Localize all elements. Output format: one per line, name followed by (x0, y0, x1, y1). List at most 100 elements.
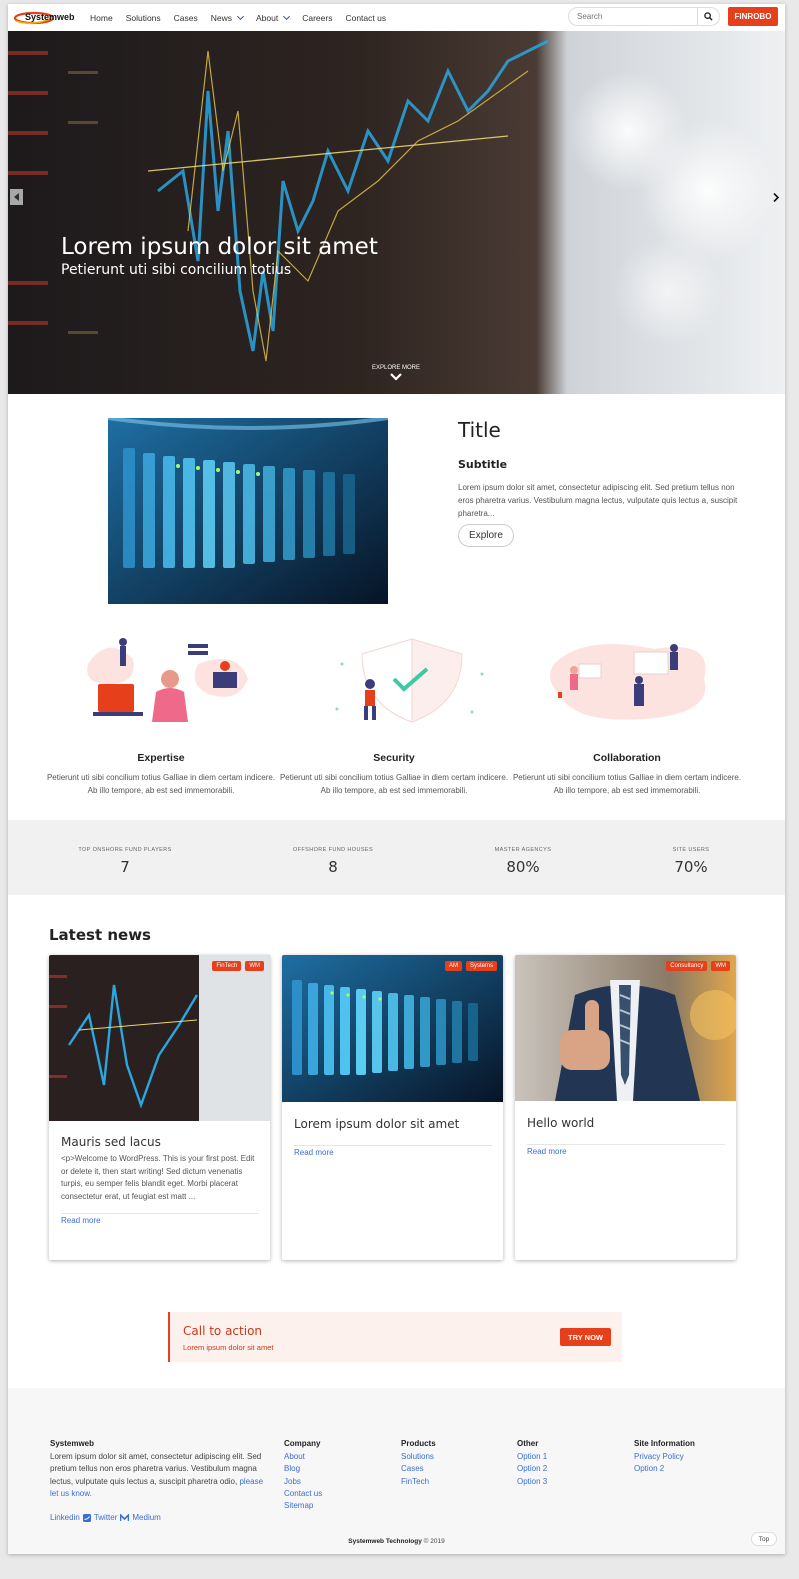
nav-contact-label: Contact us (345, 12, 387, 23)
footer-col-other: Other Option 1 Option 2 Option 3 (517, 1439, 547, 1488)
feature-image (108, 418, 388, 604)
footer-link-contact[interactable]: Contact us (284, 1488, 322, 1500)
nav-cases-label: Cases (173, 12, 198, 23)
carousel-prev-button[interactable] (10, 189, 23, 205)
logo-text: Systemweb (25, 12, 75, 22)
service-title-security: Security (373, 752, 415, 764)
service-text-expertise: Petierunt uti sibi concilium totius Gall… (46, 773, 276, 795)
nav-news-label: News (210, 12, 233, 23)
tag-wm[interactable]: WM (245, 961, 264, 971)
chevron-down-icon (283, 12, 291, 20)
footer-link-option-2[interactable]: Option 2 (634, 1463, 695, 1475)
nav-solutions[interactable]: Solutions (126, 13, 161, 23)
search-icon (704, 12, 713, 21)
nav-home-label: Home (90, 12, 113, 23)
explore-more-link[interactable]: EXPLORE MORE (368, 365, 424, 383)
search-input[interactable] (568, 7, 698, 26)
top-navbar: Systemweb Home Solutions Cases News Abou… (8, 4, 785, 31)
footer-link-about[interactable]: About (284, 1451, 322, 1463)
footer-link-solutions[interactable]: Solutions (401, 1451, 436, 1463)
read-more-link[interactable]: Read more (294, 1148, 334, 1157)
chevron-right-icon (772, 192, 779, 202)
news-card-title[interactable]: Hello world (527, 1116, 594, 1130)
tag-fintech[interactable]: FinTech (212, 961, 242, 971)
footer-col-company: Company About Blog Jobs Contact us Sitem… (284, 1439, 322, 1512)
footer-about-text: Lorem ipsum dolor sit amet, consectetur … (50, 1451, 272, 1500)
search-button[interactable] (698, 7, 720, 26)
stat-label-site-users: SITE USERS (672, 847, 710, 853)
nav-home[interactable]: Home (90, 13, 113, 23)
footer-link-fintech[interactable]: FinTech (401, 1476, 436, 1488)
footer-heading: Other (517, 1439, 539, 1448)
stat-label-onshore: TOP ONSHORE FUND PLAYERS (78, 847, 172, 853)
stat-label-offshore: OFFSHORE FUND HOUSES (292, 847, 374, 853)
tag-wm[interactable]: WM (711, 961, 730, 971)
news-card-title[interactable]: Lorem ipsum dolor sit amet (294, 1117, 459, 1131)
stats-band: TOP ONSHORE FUND PLAYERS 7 OFFSHORE FUND… (8, 820, 785, 895)
news-card-image (282, 955, 503, 1102)
divider (294, 1145, 492, 1146)
medium-link[interactable]: Medium (132, 1512, 160, 1524)
nav-cases[interactable]: Cases (174, 13, 198, 23)
cta-title: Call to action (183, 1324, 263, 1338)
footer-link-privacy[interactable]: Privacy Policy (634, 1451, 695, 1463)
nav-contact[interactable]: Contact us (345, 13, 386, 23)
service-text-collaboration: Petierunt uti sibi concilium totius Gall… (512, 773, 742, 795)
explore-more-label: EXPLORE MORE (371, 365, 420, 371)
read-more-link[interactable]: Read more (61, 1216, 101, 1225)
feature-text: Lorem ipsum dolor sit amet, consectetur … (458, 483, 738, 518)
try-now-button[interactable]: TRY NOW (560, 1328, 611, 1346)
nav-careers-label: Careers (302, 12, 333, 23)
medium-icon (120, 1514, 130, 1522)
tag-am[interactable]: AM (444, 961, 462, 971)
linkedin-label: Linkedin (50, 1513, 80, 1522)
footer-link-blog[interactable]: Blog (284, 1463, 322, 1475)
nav-solutions-label: Solutions (125, 12, 161, 23)
twitter-link[interactable]: Twitter (94, 1512, 118, 1524)
divider (527, 1144, 725, 1145)
tag-consultancy[interactable]: Consultancy (666, 961, 708, 971)
explore-button[interactable]: Explore (458, 524, 514, 547)
twitter-label: Twitter (93, 1513, 118, 1522)
service-title-expertise: Expertise (137, 752, 185, 764)
nav-careers[interactable]: Careers (302, 13, 332, 23)
footer-heading: Products (401, 1439, 436, 1448)
read-more-link[interactable]: Read more (527, 1147, 567, 1156)
page: Systemweb Home Solutions Cases News Abou… (8, 4, 785, 1554)
footer-link-option-1[interactable]: Option 1 (517, 1451, 547, 1463)
stat-value-onshore: 7 (120, 858, 130, 876)
footer-about-heading: Systemweb (50, 1439, 95, 1448)
footer-link-option-3[interactable]: Option 3 (517, 1476, 547, 1488)
news-card[interactable]: Consultancy WM Hello world Read more (515, 955, 736, 1260)
finrobo-button[interactable]: FINROBO (728, 7, 778, 26)
systemweb-logo[interactable]: Systemweb (14, 9, 80, 25)
news-card[interactable]: FinTech WM Mauris sed lacus <p>Welcome to… (49, 955, 270, 1260)
linkedin-link[interactable]: Linkedin (50, 1512, 80, 1524)
copyright: Systemweb Technology © 2019 (8, 1538, 785, 1545)
back-to-top-button[interactable]: Top (751, 1532, 777, 1546)
footer: Systemweb Lorem ipsum dolor sit amet, co… (8, 1388, 785, 1554)
news-card-title[interactable]: Mauris sed lacus (61, 1135, 161, 1149)
stat-value-offshore: 8 (328, 858, 338, 876)
footer-link-sitemap[interactable]: Sitemap (284, 1500, 322, 1512)
news-card[interactable]: AM Systems Lorem ipsum dolor sit amet Rea… (282, 955, 503, 1260)
hero-title: Lorem ipsum dolor sit amet (61, 234, 378, 260)
chevron-down-icon (390, 373, 402, 381)
chevron-left-icon (13, 193, 19, 201)
hero-subtitle: Petierunt uti sibi concilium totius (61, 262, 292, 278)
footer-col-products: Products Solutions Cases FinTech (401, 1439, 436, 1488)
nav-about-dropdown[interactable]: About (256, 12, 291, 23)
feature-subtitle: Subtitle (458, 458, 508, 471)
footer-link-option-2[interactable]: Option 2 (517, 1463, 547, 1475)
nav-news-dropdown[interactable]: News (210, 12, 245, 23)
chevron-down-icon (236, 12, 245, 20)
footer-link-cases[interactable]: Cases (401, 1463, 436, 1475)
footer-about-body: Lorem ipsum dolor sit amet, consectetur … (50, 1452, 262, 1486)
expertise-illustration (87, 638, 248, 722)
news-card-excerpt: <p>Welcome to WordPress. This is your fi… (61, 1154, 255, 1201)
tag-systems[interactable]: Systems (465, 961, 497, 971)
stat-label-master-agencys: MASTER AGENCYS (494, 847, 552, 853)
footer-link-jobs[interactable]: Jobs (284, 1476, 322, 1488)
carousel-next-button[interactable] (769, 189, 782, 205)
stat-value-master-agencys: 80% (506, 858, 540, 876)
